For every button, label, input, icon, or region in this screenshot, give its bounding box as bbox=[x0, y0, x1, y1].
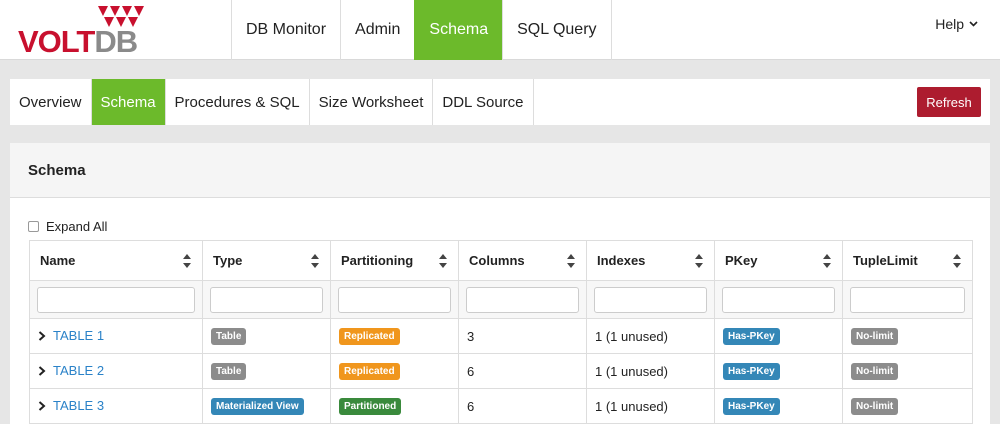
filter-input-indexes[interactable] bbox=[594, 286, 707, 313]
sort-icon bbox=[695, 254, 703, 268]
table-name-link[interactable]: TABLE 3 bbox=[38, 398, 104, 413]
table-row: TABLE 1 Table Replicated 3 1 (1 unused) … bbox=[29, 318, 973, 354]
table-header-row: Name Type Partitioning Columns Indexes P… bbox=[29, 240, 973, 281]
panel-title: Schema bbox=[10, 143, 990, 198]
help-label: Help bbox=[935, 16, 964, 32]
column-header-pkey[interactable]: PKey bbox=[714, 240, 843, 281]
table-row: TABLE 3 Materialized View Partitioned 6 … bbox=[29, 388, 973, 424]
chevron-right-icon bbox=[38, 401, 46, 411]
columns-count: 3 bbox=[458, 318, 587, 354]
refresh-button[interactable]: Refresh bbox=[917, 87, 981, 117]
partitioning-badge: Partitioned bbox=[339, 398, 402, 415]
sort-icon bbox=[823, 254, 831, 268]
column-header-name[interactable]: Name bbox=[29, 240, 203, 281]
nav-sql-query[interactable]: SQL Query bbox=[502, 0, 612, 60]
indexes-value: 1 (1 unused) bbox=[586, 353, 715, 389]
chevron-right-icon bbox=[38, 331, 46, 341]
logo-wordmark: VOLTDB bbox=[18, 24, 138, 59]
column-header-tuplelimit[interactable]: TupleLimit bbox=[842, 240, 973, 281]
partitioning-badge: Replicated bbox=[339, 363, 400, 380]
sort-icon bbox=[311, 254, 319, 268]
filter-input-type[interactable] bbox=[210, 286, 323, 313]
chevron-down-icon bbox=[969, 21, 978, 27]
filter-input-partitioning[interactable] bbox=[338, 286, 451, 313]
column-header-type[interactable]: Type bbox=[202, 240, 331, 281]
sort-icon bbox=[953, 254, 961, 268]
type-badge: Table bbox=[211, 328, 247, 345]
expand-all-checkbox[interactable] bbox=[28, 221, 39, 232]
pkey-badge: Has-PKey bbox=[723, 328, 780, 345]
tuplelimit-badge: No-limit bbox=[851, 328, 899, 345]
nav-db-monitor[interactable]: DB Monitor bbox=[231, 0, 340, 60]
table-name-link[interactable]: TABLE 1 bbox=[38, 328, 104, 343]
filter-row bbox=[29, 280, 973, 319]
schema-subnav: Overview Schema Procedures & SQL Size Wo… bbox=[10, 79, 990, 125]
sort-icon bbox=[567, 254, 575, 268]
filter-input-name[interactable] bbox=[37, 286, 195, 313]
tab-ddl-source[interactable]: DDL Source bbox=[433, 79, 534, 125]
column-header-columns[interactable]: Columns bbox=[458, 240, 587, 281]
column-header-indexes[interactable]: Indexes bbox=[586, 240, 715, 281]
expand-all-control[interactable]: Expand All bbox=[28, 219, 107, 234]
top-header: VOLTDB DB Monitor Admin Schema SQL Query… bbox=[0, 0, 1000, 60]
columns-count: 6 bbox=[458, 388, 587, 424]
sort-icon bbox=[439, 254, 447, 268]
filter-input-pkey[interactable] bbox=[722, 286, 835, 313]
nav-schema[interactable]: Schema bbox=[414, 0, 503, 60]
help-menu[interactable]: Help bbox=[935, 16, 978, 32]
type-badge: Table bbox=[211, 363, 247, 380]
voltdb-logo[interactable]: VOLTDB bbox=[18, 4, 148, 59]
filter-input-columns[interactable] bbox=[466, 286, 579, 313]
indexes-value: 1 (1 unused) bbox=[586, 388, 715, 424]
tab-size-worksheet[interactable]: Size Worksheet bbox=[310, 79, 434, 125]
main-nav: DB Monitor Admin Schema SQL Query bbox=[231, 0, 612, 60]
columns-count: 6 bbox=[458, 353, 587, 389]
tuplelimit-badge: No-limit bbox=[851, 363, 899, 380]
schema-table: Name Type Partitioning Columns Indexes P… bbox=[29, 240, 973, 424]
indexes-value: 1 (1 unused) bbox=[586, 318, 715, 354]
partitioning-badge: Replicated bbox=[339, 328, 400, 345]
tab-procedures-sql[interactable]: Procedures & SQL bbox=[166, 79, 310, 125]
pkey-badge: Has-PKey bbox=[723, 363, 780, 380]
nav-admin[interactable]: Admin bbox=[340, 0, 414, 60]
type-badge: Materialized View bbox=[211, 398, 304, 415]
expand-all-label: Expand All bbox=[46, 219, 108, 234]
table-name-link[interactable]: TABLE 2 bbox=[38, 363, 104, 378]
pkey-badge: Has-PKey bbox=[723, 398, 780, 415]
tab-schema[interactable]: Schema bbox=[91, 79, 166, 125]
tuplelimit-badge: No-limit bbox=[851, 398, 899, 415]
schema-panel: Schema Expand All Name Type Partitioning… bbox=[10, 143, 990, 424]
sort-icon bbox=[183, 254, 191, 268]
tab-overview[interactable]: Overview bbox=[10, 79, 92, 125]
chevron-right-icon bbox=[38, 366, 46, 376]
column-header-partitioning[interactable]: Partitioning bbox=[330, 240, 459, 281]
table-row: TABLE 2 Table Replicated 6 1 (1 unused) … bbox=[29, 353, 973, 389]
filter-input-tuplelimit[interactable] bbox=[850, 286, 965, 313]
